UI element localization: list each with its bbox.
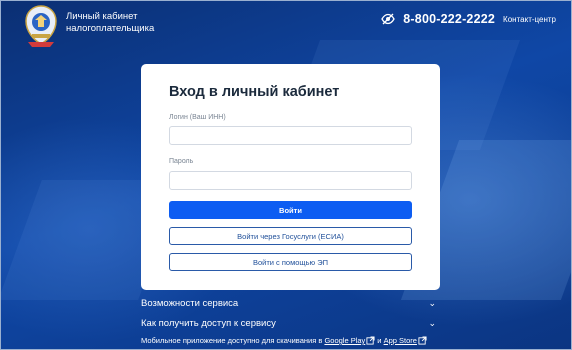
accordion-service-features[interactable]: Возможности сервиса ⌄ — [141, 296, 440, 310]
chevron-down-icon: ⌄ — [428, 297, 436, 308]
phone-number[interactable]: 8-800-222-2222 — [403, 12, 495, 26]
brand-title: Личный кабинет налогоплательщика — [66, 11, 154, 35]
mobile-app-text: Мобильное приложение доступно для скачив… — [141, 336, 323, 345]
brand-line: Личный кабинет — [66, 11, 138, 22]
header-contacts: 8-800-222-2222 Контакт-центр — [381, 12, 556, 26]
google-play-link[interactable]: Google Play — [324, 336, 365, 345]
accordion-how-to-access[interactable]: Как получить доступ к сервису ⌄ — [141, 316, 440, 330]
password-label: Пароль — [169, 158, 194, 165]
contact-center-link[interactable]: Контакт-центр — [503, 15, 556, 24]
accordion-label: Как получить доступ к сервису — [141, 317, 276, 329]
gosuslugi-login-button[interactable]: Войти через Госуслуги (ЕСИА) — [169, 227, 412, 245]
chevron-down-icon: ⌄ — [428, 317, 436, 328]
login-label: Логин (Ваш ИНН) — [169, 114, 226, 121]
accordion-label: Возможности сервиса — [141, 297, 239, 309]
ep-login-button[interactable]: Войти с помощью ЭП — [169, 253, 412, 271]
conjunction-text: и — [377, 336, 382, 345]
login-card: Вход в личный кабинет Логин (Ваш ИНН) Па… — [141, 64, 440, 290]
fns-emblem-icon[interactable] — [22, 4, 60, 48]
page-title: Вход в личный кабинет — [169, 84, 340, 100]
external-link-icon — [366, 336, 375, 345]
password-input[interactable] — [169, 171, 412, 190]
eye-slash-icon[interactable] — [381, 13, 396, 25]
app-store-link[interactable]: App Store — [384, 336, 417, 345]
mobile-app-note: Мобильное приложение доступно для скачив… — [141, 336, 461, 345]
login-input[interactable] — [169, 126, 412, 145]
login-button[interactable]: Войти — [169, 201, 412, 219]
brand-line: налогоплательщика — [66, 23, 155, 34]
external-link-icon — [418, 336, 427, 345]
